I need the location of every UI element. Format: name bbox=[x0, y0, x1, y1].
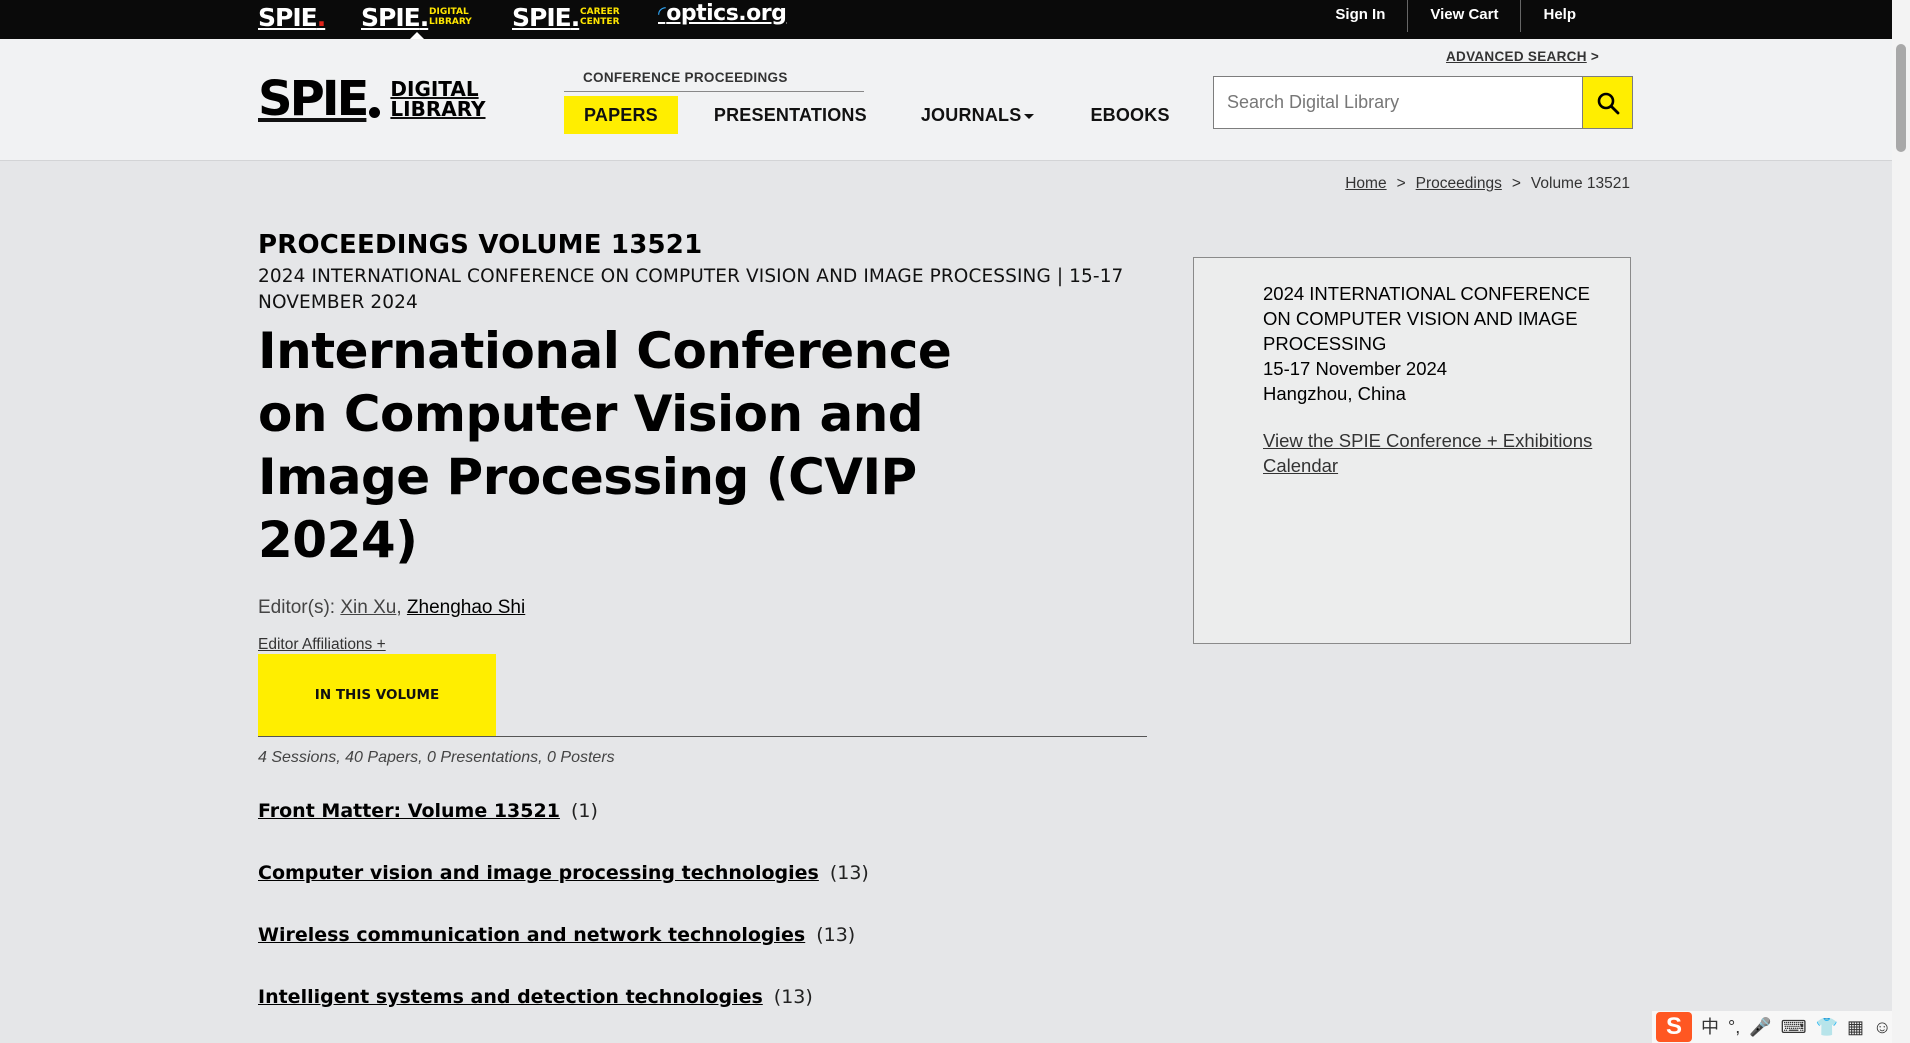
session-list: Front Matter: Volume 13521 (1) Computer … bbox=[258, 800, 869, 1043]
tab-in-this-volume[interactable]: IN THIS VOLUME bbox=[258, 654, 496, 736]
grid-icon[interactable]: ▦ bbox=[1847, 1018, 1864, 1036]
keyboard-icon[interactable]: ⌨ bbox=[1781, 1018, 1807, 1036]
ime-toolbar: S 中 °, 🎤 ⌨ 👕 ▦ ☺ bbox=[1652, 1011, 1892, 1043]
spie-career-center-brand-link[interactable]: SPIE. CAREER CENTER bbox=[512, 3, 620, 32]
cc-brand-text: SPIE bbox=[512, 3, 572, 32]
help-link[interactable]: Help bbox=[1520, 0, 1598, 32]
skin-icon[interactable]: 👕 bbox=[1816, 1018, 1838, 1036]
volume-counts: 4 Sessions, 40 Papers, 0 Presentations, … bbox=[258, 749, 615, 766]
logo-spie-text: SPIE bbox=[258, 71, 369, 127]
session-link[interactable]: Front Matter: Volume 13521 bbox=[258, 800, 560, 822]
nav-papers[interactable]: PAPERS bbox=[564, 96, 678, 134]
nav-group-label: CONFERENCE PROCEEDINGS bbox=[583, 70, 788, 85]
search-icon bbox=[1597, 92, 1619, 114]
list-item: Front Matter: Volume 13521 (1) bbox=[258, 800, 869, 862]
conference-name: 2024 INTERNATIONAL CONFERENCE ON COMPUTE… bbox=[258, 266, 1124, 313]
tab-divider bbox=[258, 736, 1147, 737]
volume-header: PROCEEDINGS VOLUME 13521 2024 INTERNATIO… bbox=[258, 230, 1158, 654]
session-link[interactable]: Computer vision and image processing tec… bbox=[258, 862, 819, 884]
cc-brand-sub: CAREER CENTER bbox=[580, 7, 620, 27]
editor-link-zhenghao-shi[interactable]: Zhenghao Shi bbox=[407, 597, 525, 618]
conference-info: 2024 INTERNATIONAL CONFERENCE ON COMPUTE… bbox=[1263, 281, 1603, 478]
chevron-down-icon bbox=[1024, 113, 1035, 119]
list-item: Computer vision and image processing tec… bbox=[258, 862, 869, 924]
optics-brand-text: optics.org bbox=[666, 1, 787, 26]
conference-info-box: 2024 INTERNATIONAL CONFERENCE ON COMPUTE… bbox=[1193, 257, 1631, 644]
nav-group-divider bbox=[564, 91, 864, 92]
page-title: International Conference on Computer Vis… bbox=[258, 322, 952, 569]
advanced-search: ADVANCED SEARCH > bbox=[1446, 49, 1599, 64]
spie-digital-library-logo[interactable]: SPIE DIGITAL LIBRARY bbox=[258, 75, 486, 123]
ime-punctuation-toggle[interactable]: °, bbox=[1728, 1018, 1740, 1036]
site-header: SPIE DIGITAL LIBRARY ADVANCED SEARCH > CO… bbox=[0, 39, 1892, 161]
search-button[interactable] bbox=[1582, 77, 1632, 128]
microphone-icon[interactable]: 🎤 bbox=[1749, 1018, 1771, 1036]
spie-brand-link[interactable]: SPIE. bbox=[258, 3, 326, 32]
optics-org-brand-link[interactable]: ◜optics.org bbox=[658, 1, 787, 26]
session-count: (13) bbox=[816, 924, 856, 946]
spie-brand-text: SPIE bbox=[258, 3, 318, 32]
list-item: Intelligent systems and detection techno… bbox=[258, 986, 869, 1043]
session-link[interactable]: Intelligent systems and detection techno… bbox=[258, 986, 763, 1008]
breadcrumb-separator: > bbox=[1396, 175, 1406, 192]
conference-info-name: 2024 INTERNATIONAL CONFERENCE ON COMPUTE… bbox=[1263, 283, 1590, 354]
conference-info-location: Hangzhou, China bbox=[1263, 383, 1406, 404]
cc-sub1: CAREER bbox=[580, 7, 620, 17]
top-bar: SPIE. SPIE. DIGITAL LIBRARY SPIE. CAREER CEN… bbox=[0, 0, 1892, 39]
dl-brand-sub: DIGITAL LIBRARY bbox=[429, 7, 472, 27]
dl-sub2: LIBRARY bbox=[429, 17, 472, 27]
nav-ebooks[interactable]: EBOOKS bbox=[1070, 96, 1189, 134]
logo-sub2: LIBRARY bbox=[390, 97, 486, 121]
editor-affiliations-toggle[interactable]: Editor Affiliations + bbox=[258, 636, 386, 654]
page-scrollbar-thumb[interactable] bbox=[1896, 44, 1906, 152]
account-links: Sign In View Cart Help bbox=[1313, 0, 1598, 32]
dl-brand-text: SPIE bbox=[361, 3, 421, 32]
advanced-search-link[interactable]: ADVANCED SEARCH bbox=[1446, 49, 1587, 64]
sign-in-link[interactable]: Sign In bbox=[1313, 0, 1407, 32]
volume-number: PROCEEDINGS VOLUME 13521 bbox=[258, 230, 703, 260]
breadcrumb-proceedings[interactable]: Proceedings bbox=[1416, 175, 1502, 193]
logo-dot bbox=[369, 106, 381, 118]
nav-presentations[interactable]: PRESENTATIONS bbox=[694, 96, 887, 134]
search-bar bbox=[1213, 76, 1633, 129]
session-count: (1) bbox=[570, 800, 598, 822]
list-item: Wireless communication and network techn… bbox=[258, 924, 869, 986]
advanced-search-arrow: > bbox=[1590, 49, 1599, 64]
breadcrumb-separator: > bbox=[1511, 175, 1521, 192]
page-scrollbar-track[interactable] bbox=[1892, 0, 1910, 1043]
breadcrumb: Home > Proceedings > Volume 13521 bbox=[1345, 175, 1630, 193]
active-brand-caret-icon bbox=[410, 32, 424, 39]
ime-language-toggle[interactable]: 中 bbox=[1701, 1018, 1719, 1036]
session-count: (13) bbox=[773, 986, 813, 1008]
conference-info-dates: 15-17 November 2024 bbox=[1263, 358, 1448, 379]
breadcrumb-current: Volume 13521 bbox=[1530, 175, 1630, 192]
conference-calendar-link[interactable]: View the SPIE Conference + Exhibitions C… bbox=[1263, 428, 1603, 478]
dl-sub1: DIGITAL bbox=[429, 7, 469, 17]
editor-link-xin-xu[interactable]: Xin Xu bbox=[340, 597, 396, 618]
ime-logo-icon[interactable]: S bbox=[1656, 1012, 1692, 1042]
logo-sub: DIGITAL LIBRARY bbox=[390, 79, 485, 119]
breadcrumb-home[interactable]: Home bbox=[1345, 175, 1386, 193]
nav-journals-label: JOURNALS bbox=[920, 105, 1022, 125]
optics-arc-icon: ◜ bbox=[658, 1, 666, 25]
cc-sub2: CENTER bbox=[580, 17, 620, 27]
spie-digital-library-brand-link[interactable]: SPIE. DIGITAL LIBRARY bbox=[361, 3, 472, 32]
editors: Editor(s): Xin Xu, Zhenghao Shi bbox=[258, 597, 526, 618]
view-cart-link[interactable]: View Cart bbox=[1407, 0, 1520, 32]
main-nav: PAPERS PRESENTATIONS JOURNALS EBOOKS bbox=[564, 96, 1190, 134]
editors-label: Editor(s): bbox=[258, 597, 336, 618]
session-link[interactable]: Wireless communication and network techn… bbox=[258, 924, 805, 946]
mascot-icon[interactable]: ☺ bbox=[1873, 1018, 1891, 1036]
search-input[interactable] bbox=[1214, 77, 1582, 128]
nav-journals[interactable]: JOURNALS bbox=[901, 96, 1055, 134]
session-count: (13) bbox=[829, 862, 869, 884]
